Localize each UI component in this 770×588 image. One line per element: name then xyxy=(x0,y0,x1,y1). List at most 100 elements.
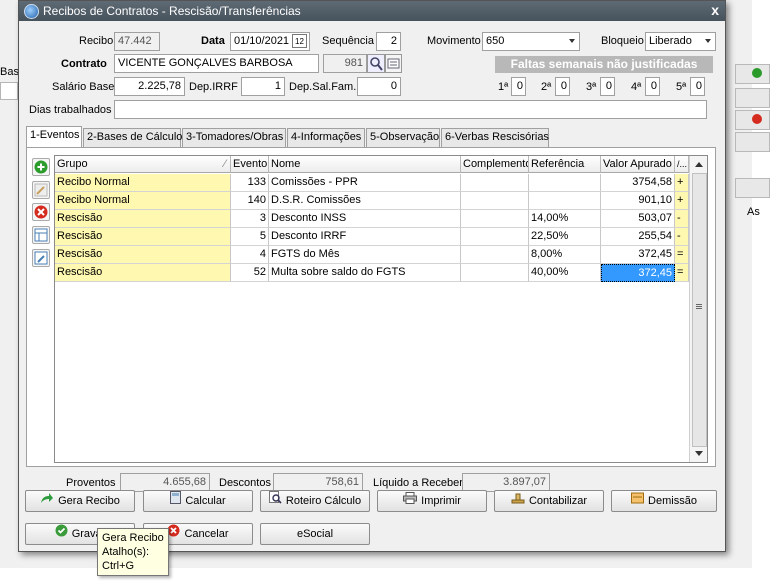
cell-evento[interactable]: 133 xyxy=(231,174,269,192)
cell-referencia[interactable]: 40,00% xyxy=(529,264,601,282)
cell-sinal[interactable]: + xyxy=(675,192,689,210)
cell-referencia[interactable]: 22,50% xyxy=(529,228,601,246)
week-field[interactable]: 0 xyxy=(690,77,705,96)
edit-row-button[interactable] xyxy=(32,181,50,199)
movimento-select[interactable]: 650 xyxy=(482,32,580,51)
events-grid: Grupo ⁄ Evento Nome Complemento Referênci… xyxy=(54,155,708,463)
cell-complemento[interactable] xyxy=(461,210,529,228)
cell-valor[interactable]: 372,45 xyxy=(601,264,675,282)
background-side-button[interactable] xyxy=(735,88,770,108)
cell-grupo[interactable]: Rescisão xyxy=(55,210,231,228)
cell-complemento[interactable] xyxy=(461,228,529,246)
cell-evento[interactable]: 3 xyxy=(231,210,269,228)
cell-referencia[interactable] xyxy=(529,192,601,210)
delete-icon xyxy=(34,205,48,219)
column-header-valor[interactable]: Valor Apurado xyxy=(601,156,675,173)
week-field[interactable]: 0 xyxy=(600,77,615,96)
sequencia-field[interactable]: 2 xyxy=(376,32,401,51)
gera-recibo-button[interactable]: Gera Recibo xyxy=(25,490,135,512)
cell-complemento[interactable] xyxy=(461,246,529,264)
scroll-down-icon[interactable] xyxy=(695,451,703,456)
tab-informacoes[interactable]: 4-Informações xyxy=(287,128,365,147)
grid-icon xyxy=(34,228,48,242)
cell-complemento[interactable] xyxy=(461,192,529,210)
cell-referencia[interactable] xyxy=(529,174,601,192)
background-side-button[interactable] xyxy=(735,132,770,152)
tab-observacao[interactable]: 5-Observação xyxy=(366,128,440,147)
background-input[interactable] xyxy=(0,82,18,100)
delete-row-button[interactable] xyxy=(32,203,50,221)
add-icon xyxy=(752,68,762,78)
column-header-referencia[interactable]: Referência xyxy=(529,156,601,173)
background-side-button[interactable] xyxy=(735,64,770,84)
cell-valor[interactable]: 255,54 xyxy=(601,228,675,246)
grid-edit-button[interactable] xyxy=(32,249,50,267)
cell-sinal[interactable]: - xyxy=(675,228,689,246)
contrato-field[interactable]: VICENTE GONÇALVES BARBOSA xyxy=(114,54,319,73)
column-header-grupo[interactable]: Grupo ⁄ xyxy=(55,156,231,173)
cell-grupo[interactable]: Rescisão xyxy=(55,228,231,246)
dep-salfam-field[interactable]: 0 xyxy=(357,77,401,96)
background-side-button[interactable] xyxy=(735,110,770,130)
demissao-button[interactable]: Demissão xyxy=(611,490,717,512)
bloqueio-select[interactable]: Liberado xyxy=(645,32,716,51)
tab-eventos[interactable]: 1-Eventos xyxy=(26,126,82,147)
cell-evento[interactable]: 4 xyxy=(231,246,269,264)
cell-valor[interactable]: 503,07 xyxy=(601,210,675,228)
tab-tomadores-obras[interactable]: 3-Tomadores/Obras xyxy=(182,128,286,147)
week-field[interactable]: 0 xyxy=(645,77,660,96)
cell-nome[interactable]: Desconto IRRF xyxy=(269,228,461,246)
add-row-button[interactable] xyxy=(32,158,50,176)
cell-grupo[interactable]: Recibo Normal xyxy=(55,192,231,210)
calcular-button[interactable]: Calcular xyxy=(143,490,253,512)
cell-valor[interactable]: 3754,58 xyxy=(601,174,675,192)
cell-sinal[interactable]: + xyxy=(675,174,689,192)
cell-valor[interactable]: 901,10 xyxy=(601,192,675,210)
cell-grupo[interactable]: Rescisão xyxy=(55,264,231,282)
roteiro-calculo-button[interactable]: Roteiro Cálculo xyxy=(260,490,370,512)
imprimir-button[interactable]: Imprimir xyxy=(377,490,487,512)
cell-grupo[interactable]: Rescisão xyxy=(55,246,231,264)
vertical-scrollbar[interactable] xyxy=(689,156,707,462)
grid-options-button[interactable] xyxy=(32,226,50,244)
cell-nome[interactable]: Multa sobre saldo do FGTS xyxy=(269,264,461,282)
cell-sinal[interactable]: - xyxy=(675,210,689,228)
cell-evento[interactable]: 140 xyxy=(231,192,269,210)
tab-bases-calculo[interactable]: 2-Bases de Cálculo xyxy=(83,128,182,147)
dias-field[interactable] xyxy=(114,100,707,119)
week-field[interactable]: 0 xyxy=(511,77,526,96)
cell-sinal[interactable]: = xyxy=(675,264,689,282)
cell-complemento[interactable] xyxy=(461,174,529,192)
column-header-evento[interactable]: Evento xyxy=(231,156,269,173)
cell-sinal[interactable]: = xyxy=(675,246,689,264)
search-icon[interactable] xyxy=(367,54,385,73)
cell-nome[interactable]: FGTS do Mês xyxy=(269,246,461,264)
close-icon[interactable]: x xyxy=(711,2,719,18)
card-icon[interactable] xyxy=(385,54,402,73)
week-field[interactable]: 0 xyxy=(555,77,570,96)
cell-nome[interactable]: D.S.R. Comissões xyxy=(269,192,461,210)
column-header-sinal[interactable]: /... xyxy=(675,156,689,173)
cell-referencia[interactable]: 8,00% xyxy=(529,246,601,264)
background-side-button[interactable] xyxy=(735,178,770,198)
window-title: Recibos de Contratos - Rescisão/Transfer… xyxy=(43,4,301,18)
column-header-nome[interactable]: Nome xyxy=(269,156,461,173)
calendar-icon[interactable]: 12 xyxy=(292,34,307,48)
cell-evento[interactable]: 52 xyxy=(231,264,269,282)
esocial-button[interactable]: eSocial xyxy=(260,523,370,545)
dep-irrf-field[interactable]: 1 xyxy=(241,77,285,96)
scroll-up-icon[interactable] xyxy=(695,162,703,167)
cell-nome[interactable]: Desconto INSS xyxy=(269,210,461,228)
arrow-icon xyxy=(40,491,54,511)
cell-valor[interactable]: 372,45 xyxy=(601,246,675,264)
scrollbar-thumb[interactable] xyxy=(692,173,707,447)
tab-verbas-rescisorias[interactable]: 6-Verbas Rescisórias xyxy=(441,128,549,147)
cell-grupo[interactable]: Recibo Normal xyxy=(55,174,231,192)
contabilizar-button[interactable]: Contabilizar xyxy=(494,490,604,512)
cell-nome[interactable]: Comissões - PPR xyxy=(269,174,461,192)
column-header-complemento[interactable]: Complemento xyxy=(461,156,529,173)
cell-evento[interactable]: 5 xyxy=(231,228,269,246)
cell-referencia[interactable]: 14,00% xyxy=(529,210,601,228)
cell-complemento[interactable] xyxy=(461,264,529,282)
salario-field[interactable]: 2.225,78 xyxy=(114,77,185,96)
